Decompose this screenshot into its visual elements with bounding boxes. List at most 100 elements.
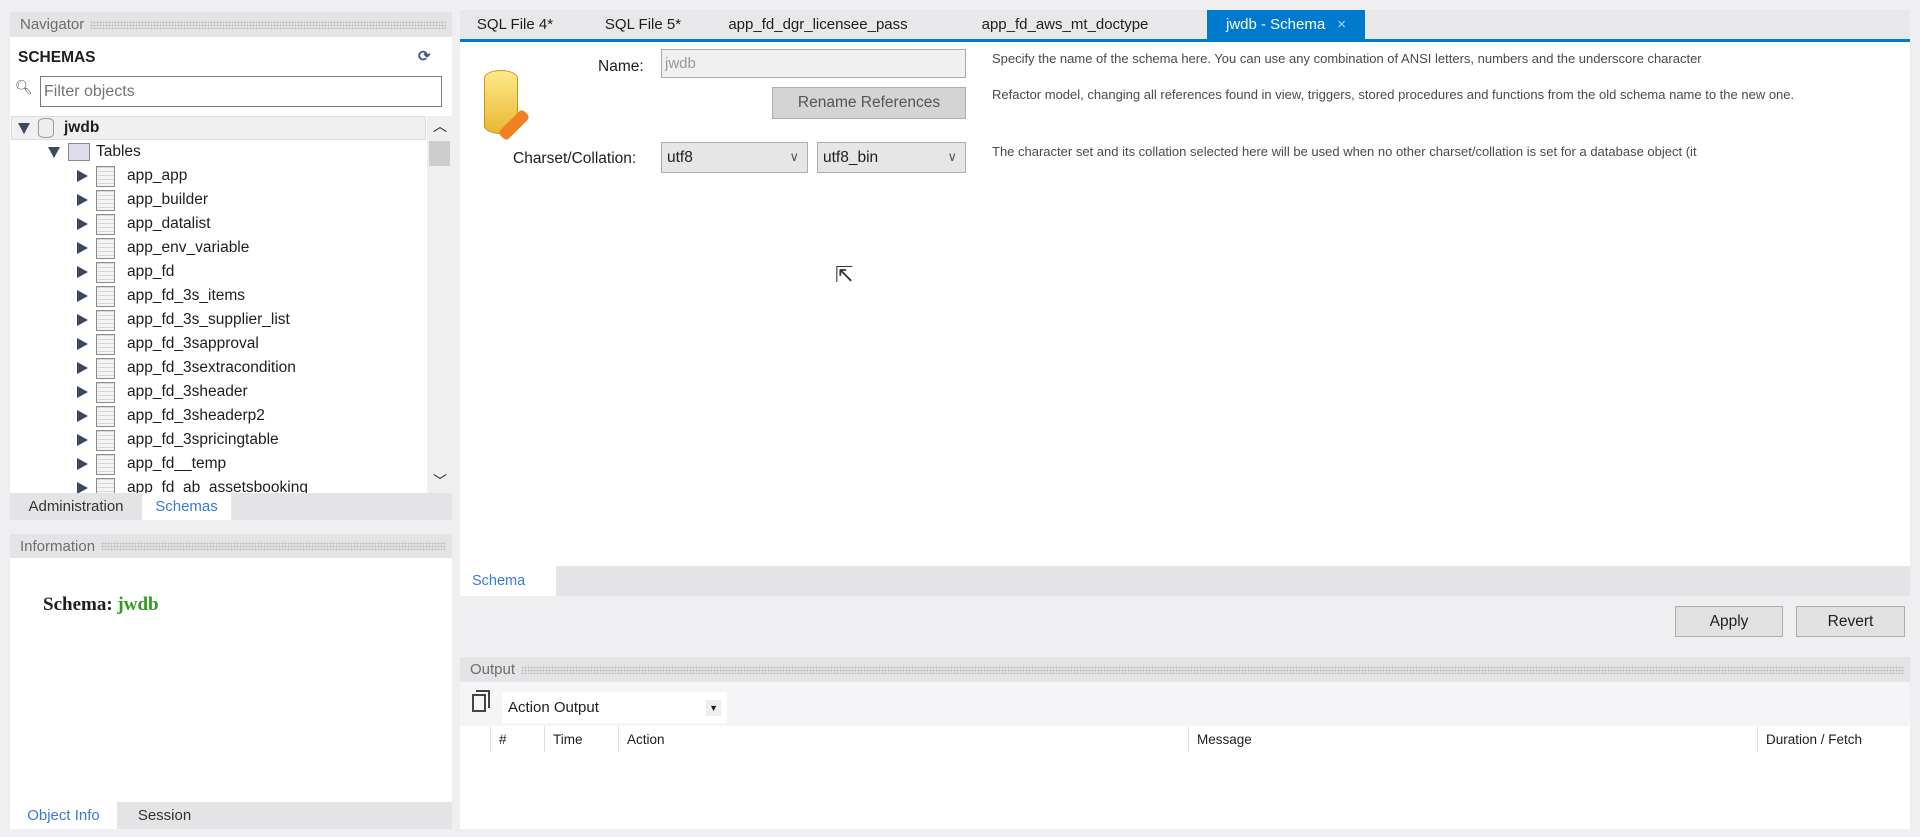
tree-item-table[interactable]: app_app bbox=[10, 164, 187, 188]
tree-item-table[interactable]: app_fd_3sapproval bbox=[10, 332, 259, 356]
tree-item-schema[interactable]: jwdb bbox=[11, 116, 426, 140]
expand-icon[interactable] bbox=[77, 218, 88, 230]
tree-item-table[interactable]: app_fd_3s_supplier_list bbox=[10, 308, 290, 332]
tab-session[interactable]: Session bbox=[117, 802, 212, 829]
output-toolbar: Action Output ▼ bbox=[460, 682, 1910, 726]
table-name: app_fd__temp bbox=[127, 455, 227, 472]
expand-icon[interactable] bbox=[77, 338, 88, 350]
tree-item-table[interactable]: app_fd_3sextracondition bbox=[10, 356, 296, 380]
filter-input[interactable] bbox=[40, 76, 442, 107]
column-header-action[interactable]: Action bbox=[618, 726, 665, 752]
expand-icon[interactable] bbox=[77, 170, 88, 182]
tab-jwdb-schema[interactable]: jwdb - Schema × bbox=[1207, 10, 1365, 39]
schema-label: Schema: bbox=[43, 594, 113, 615]
table-icon bbox=[96, 237, 115, 259]
table-icon bbox=[96, 213, 115, 235]
table-icon bbox=[96, 405, 115, 427]
collapse-icon[interactable] bbox=[48, 146, 60, 158]
dropdown-arrow-icon: ▼ bbox=[706, 700, 721, 716]
table-name: app_fd_ab_assetsbooking bbox=[127, 479, 308, 493]
schema-name: jwdb bbox=[64, 119, 100, 136]
output-type-select[interactable]: Action Output ▼ bbox=[502, 692, 727, 723]
navigator-panel: SCHEMAS ⟳ 🔍︎ jwdb Tables app_app app_buil… bbox=[10, 37, 452, 493]
tree-item-table[interactable]: app_fd_ab_assetsbooking bbox=[10, 476, 308, 493]
table-name: app_fd_3s_items bbox=[127, 287, 246, 304]
tab-sql-file-4[interactable]: SQL File 4* bbox=[460, 10, 570, 39]
tab-schema[interactable]: Schema bbox=[460, 566, 556, 596]
column-header-duration[interactable]: Duration / Fetch bbox=[1757, 726, 1862, 752]
expand-icon[interactable] bbox=[77, 266, 88, 278]
table-icon bbox=[96, 453, 115, 475]
expand-icon[interactable] bbox=[77, 290, 88, 302]
expand-icon[interactable] bbox=[77, 314, 88, 326]
tab-app-fd-dgr-licensee-pass[interactable]: app_fd_dgr_licensee_pass bbox=[718, 10, 918, 39]
tab-schemas[interactable]: Schemas bbox=[142, 493, 231, 520]
output-type-value: Action Output bbox=[508, 699, 599, 716]
tab-app-fd-aws-mt-doctype[interactable]: app_fd_aws_mt_doctype bbox=[970, 10, 1160, 39]
table-name: app_fd bbox=[127, 263, 175, 280]
table-name: app_builder bbox=[127, 191, 209, 208]
charset-select[interactable]: utf8 ∨ bbox=[661, 142, 808, 173]
table-name: app_app bbox=[127, 167, 188, 184]
table-icon bbox=[96, 357, 115, 379]
tree-item-table[interactable]: app_fd_3sheaderp2 bbox=[10, 404, 265, 428]
tree-item-table[interactable]: app_fd_3spricingtable bbox=[10, 428, 279, 452]
mouse-cursor-icon: ⇱ bbox=[835, 262, 854, 287]
expand-icon[interactable] bbox=[77, 386, 88, 398]
column-header-number[interactable]: # bbox=[490, 726, 507, 752]
collation-value: utf8_bin bbox=[823, 148, 879, 166]
collation-select[interactable]: utf8_bin ∨ bbox=[817, 142, 966, 173]
tab-sql-file-5[interactable]: SQL File 5* bbox=[588, 10, 698, 39]
tree-item-table[interactable]: app_env_variable bbox=[10, 236, 249, 260]
tab-object-info[interactable]: Object Info bbox=[10, 802, 117, 829]
schema-subtabs: Schema bbox=[460, 566, 1910, 596]
charset-label: Charset/Collation: bbox=[513, 150, 637, 167]
scroll-thumb[interactable] bbox=[429, 141, 450, 166]
table-name: app_fd_3spricingtable bbox=[127, 431, 279, 448]
tree-item-tables[interactable]: Tables bbox=[10, 140, 141, 164]
tree-item-table[interactable]: app_builder bbox=[10, 188, 208, 212]
expand-icon[interactable] bbox=[77, 410, 88, 422]
tree-item-table[interactable]: app_fd_3sheader bbox=[10, 380, 248, 404]
chevron-down-icon: ∨ bbox=[789, 149, 799, 164]
scroll-down-icon[interactable]: ﹀ bbox=[433, 471, 447, 491]
tab-administration[interactable]: Administration bbox=[10, 493, 142, 520]
expand-icon[interactable] bbox=[77, 458, 88, 470]
apply-button[interactable]: Apply bbox=[1675, 606, 1783, 637]
expand-icon[interactable] bbox=[77, 362, 88, 374]
scroll-up-icon[interactable]: ︿ bbox=[433, 116, 447, 136]
expand-icon[interactable] bbox=[77, 194, 88, 206]
schemas-heading: SCHEMAS bbox=[18, 49, 96, 66]
column-header-time[interactable]: Time bbox=[544, 726, 583, 752]
tab-label: jwdb - Schema bbox=[1226, 16, 1326, 33]
schema-tree: jwdb Tables app_app app_builder app_datali… bbox=[10, 116, 426, 493]
rename-references-button[interactable]: Rename References bbox=[772, 87, 966, 119]
information-tabs: Object Info Session bbox=[10, 802, 452, 829]
expand-icon[interactable] bbox=[77, 482, 88, 493]
name-description: Specify the name of the schema here. You… bbox=[992, 51, 1702, 66]
table-name: app_env_variable bbox=[127, 239, 250, 256]
schema-name-input[interactable] bbox=[661, 49, 966, 78]
chevron-down-icon: ∨ bbox=[947, 149, 957, 164]
tree-item-table[interactable]: app_datalist bbox=[10, 212, 211, 236]
refresh-icon[interactable]: ⟳ bbox=[418, 47, 431, 65]
column-header-message[interactable]: Message bbox=[1188, 726, 1252, 752]
close-icon[interactable]: × bbox=[1337, 16, 1346, 33]
expand-icon[interactable] bbox=[77, 242, 88, 254]
revert-button[interactable]: Revert bbox=[1796, 606, 1905, 637]
collapse-icon[interactable] bbox=[18, 122, 30, 134]
tree-scrollbar[interactable]: ︿ ﹀ bbox=[427, 116, 452, 493]
tree-item-table[interactable]: app_fd bbox=[10, 260, 174, 284]
copy-icon[interactable] bbox=[472, 694, 486, 712]
table-icon bbox=[96, 285, 115, 307]
navigator-title: Navigator bbox=[20, 16, 85, 33]
output-header: Output bbox=[460, 657, 1910, 682]
database-icon bbox=[38, 118, 54, 138]
table-icon bbox=[96, 477, 115, 493]
expand-icon[interactable] bbox=[77, 434, 88, 446]
tree-item-table[interactable]: app_fd__temp bbox=[10, 452, 226, 476]
table-icon bbox=[96, 189, 115, 211]
tree-item-table[interactable]: app_fd_3s_items bbox=[10, 284, 245, 308]
search-icon: 🔍︎ bbox=[15, 79, 33, 95]
table-name: app_fd_3sheaderp2 bbox=[127, 407, 265, 424]
